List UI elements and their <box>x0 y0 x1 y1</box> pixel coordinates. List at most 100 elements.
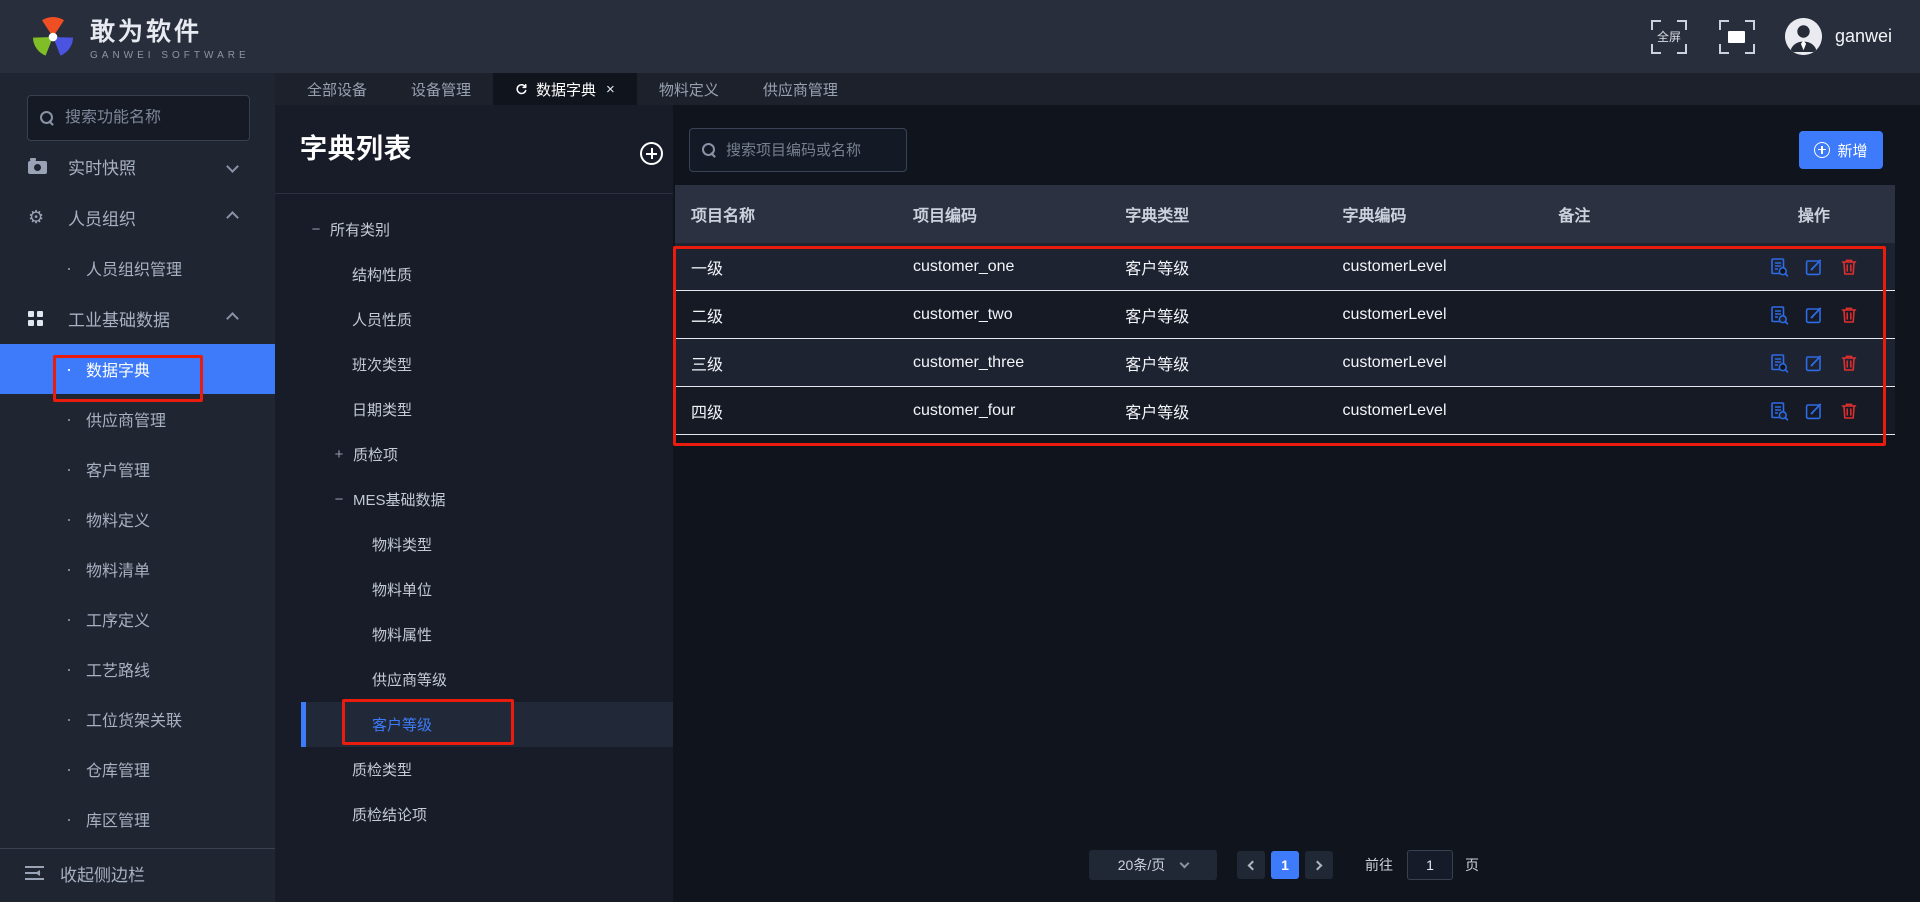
bullet-icon: · <box>66 508 72 529</box>
tab-data-dictionary[interactable]: 数据字典 × <box>493 73 637 105</box>
search-icon <box>702 142 717 158</box>
avatar[interactable] <box>1784 18 1822 55</box>
plus-circle-icon <box>1814 142 1831 158</box>
delete-icon[interactable] <box>1839 305 1859 325</box>
tab-bar: 全部设备 设备管理 数据字典 × 物料定义 供应商管理 <box>275 73 1920 105</box>
chevron-up-icon <box>226 211 239 224</box>
next-page-button[interactable] <box>1305 851 1333 879</box>
tree-node-all-categories[interactable]: − 所有类别 <box>275 207 673 252</box>
tree-node-qc-conclusion-item[interactable]: 质检结论项 <box>275 792 673 837</box>
table-header-row: 项目名称 项目编码 字典类型 字典编码 备注 操作 <box>675 185 1895 243</box>
expand-plus-icon[interactable]: + <box>331 446 347 463</box>
username[interactable]: ganwei <box>1835 26 1892 47</box>
tree-node-mes-base-data[interactable]: − MES基础数据 <box>275 477 673 522</box>
close-icon[interactable]: × <box>606 82 615 97</box>
sidebar-item-data-dictionary[interactable]: · 数据字典 <box>0 344 275 394</box>
tree-node-shift-type[interactable]: 班次类型 <box>275 342 673 387</box>
edit-icon[interactable] <box>1804 401 1824 421</box>
delete-icon[interactable] <box>1839 401 1859 421</box>
app-window: 敢为软件 GANWEI SOFTWARE 全屏 ganwei 全部设备 设备管理… <box>0 0 1920 902</box>
delete-icon[interactable] <box>1839 257 1859 277</box>
sidebar-menu: 实时快照 ⚙ 人员组织 · 人员组织管理 工业基础数据 · 数据字典 · 供应商… <box>0 141 275 844</box>
tab-device-management[interactable]: 设备管理 <box>389 73 493 105</box>
grid-icon <box>28 311 43 326</box>
view-detail-icon[interactable] <box>1769 401 1789 421</box>
tree-node-material-unit[interactable]: 物料单位 <box>275 567 673 612</box>
collapse-minus-icon[interactable]: − <box>308 221 324 238</box>
logo-title: 敢为软件 <box>90 18 203 46</box>
sidebar-item-realtime-snapshot[interactable]: 实时快照 <box>0 141 275 192</box>
edit-icon[interactable] <box>1804 353 1824 373</box>
dictionary-table: 项目名称 项目编码 字典类型 字典编码 备注 操作 一级 customer_on… <box>675 185 1895 435</box>
fullscreen-cn-label: 全屏 <box>1656 30 1681 44</box>
chevron-up-icon <box>226 312 239 325</box>
bullet-icon: · <box>66 808 72 829</box>
table-row: 三级 customer_three 客户等级 customerLevel <box>675 339 1895 387</box>
sidebar-item-material-list[interactable]: · 物料清单 <box>0 544 275 594</box>
collapse-sidebar-icon <box>25 866 45 880</box>
sidebar-search-box[interactable] <box>27 95 272 141</box>
bullet-icon: · <box>66 608 72 629</box>
view-detail-icon[interactable] <box>1769 353 1789 373</box>
sidebar-item-storage-area-management[interactable]: · 库区管理 <box>0 794 275 844</box>
prev-page-button[interactable] <box>1237 851 1265 879</box>
sidebar-item-personnel-org[interactable]: ⚙ 人员组织 <box>0 192 275 243</box>
panel-title: 字典列表 <box>300 134 412 164</box>
logo-fan-icon <box>32 16 74 56</box>
current-page-button[interactable]: 1 <box>1271 851 1299 879</box>
table-row: 四级 customer_four 客户等级 customerLevel <box>675 387 1895 435</box>
fullscreen-cn-button[interactable]: 全屏 <box>1650 19 1687 54</box>
tree-node-qc-item[interactable]: + 质检项 <box>275 432 673 477</box>
sidebar: 实时快照 ⚙ 人员组织 · 人员组织管理 工业基础数据 · 数据字典 <box>0 73 275 902</box>
fullscreen-icon[interactable] <box>1718 19 1755 54</box>
tab-supplier-management[interactable]: 供应商管理 <box>741 73 860 105</box>
tab-material-definition[interactable]: 物料定义 <box>637 73 741 105</box>
refresh-icon[interactable] <box>515 83 528 96</box>
delete-icon[interactable] <box>1839 353 1859 373</box>
goto-page-input[interactable] <box>1407 850 1453 880</box>
logo: 敢为软件 GANWEI SOFTWARE <box>30 12 250 61</box>
bullet-icon: · <box>66 408 72 429</box>
pagination: 20条/页 1 前往 页 <box>673 850 1895 880</box>
sidebar-item-material-definition[interactable]: · 物料定义 <box>0 494 275 544</box>
view-detail-icon[interactable] <box>1769 305 1789 325</box>
tab-all-devices[interactable]: 全部设备 <box>285 73 389 105</box>
bullet-icon: · <box>66 257 72 278</box>
collapse-minus-icon[interactable]: − <box>331 491 347 508</box>
sidebar-item-customer-management[interactable]: · 客户管理 <box>0 444 275 494</box>
edit-icon[interactable] <box>1804 305 1824 325</box>
tree-node-customer-level[interactable]: 客户等级 <box>301 702 673 747</box>
sidebar-item-warehouse-management[interactable]: · 仓库管理 <box>0 744 275 794</box>
table-search-box[interactable] <box>689 128 907 172</box>
sidebar-item-process-definition[interactable]: · 工序定义 <box>0 594 275 644</box>
sidebar-item-station-shelf-relation[interactable]: · 工位货架关联 <box>0 694 275 744</box>
collapse-sidebar-button[interactable]: 收起侧边栏 <box>0 848 275 897</box>
table-row: 一级 customer_one 客户等级 customerLevel <box>675 243 1895 291</box>
tree-panel-header: 字典列表 <box>275 105 673 194</box>
top-header: 敢为软件 GANWEI SOFTWARE 全屏 ganwei <box>0 0 1920 73</box>
page-size-select[interactable]: 20条/页 <box>1089 850 1217 880</box>
goto-label: 前往 <box>1365 857 1393 873</box>
bullet-icon: · <box>66 558 72 579</box>
bullet-icon: · <box>66 708 72 729</box>
tree-node-personnel-nature[interactable]: 人员性质 <box>275 297 673 342</box>
tree-node-qc-type[interactable]: 质检类型 <box>275 747 673 792</box>
tree-node-structural-nature[interactable]: 结构性质 <box>275 252 673 297</box>
sidebar-item-process-route[interactable]: · 工艺路线 <box>0 644 275 694</box>
tree-node-material-attribute[interactable]: 物料属性 <box>275 612 673 657</box>
chevron-left-icon <box>1247 860 1258 870</box>
header-right: 全屏 ganwei <box>1650 0 1920 73</box>
sidebar-item-personnel-org-management[interactable]: · 人员组织管理 <box>0 243 275 293</box>
view-detail-icon[interactable] <box>1769 257 1789 277</box>
sidebar-item-supplier-management[interactable]: · 供应商管理 <box>0 394 275 444</box>
tree-node-date-type[interactable]: 日期类型 <box>275 387 673 432</box>
add-button[interactable]: 新增 <box>1799 131 1883 169</box>
edit-icon[interactable] <box>1804 257 1824 277</box>
tree-node-supplier-level[interactable]: 供应商等级 <box>275 657 673 702</box>
sidebar-item-industrial-base-data[interactable]: 工业基础数据 <box>0 293 275 344</box>
table-search-input[interactable] <box>726 141 894 159</box>
sidebar-search-input[interactable] <box>65 109 272 127</box>
chevron-down-icon <box>226 160 239 173</box>
add-category-icon[interactable] <box>640 142 663 165</box>
tree-node-material-type[interactable]: 物料类型 <box>275 522 673 567</box>
